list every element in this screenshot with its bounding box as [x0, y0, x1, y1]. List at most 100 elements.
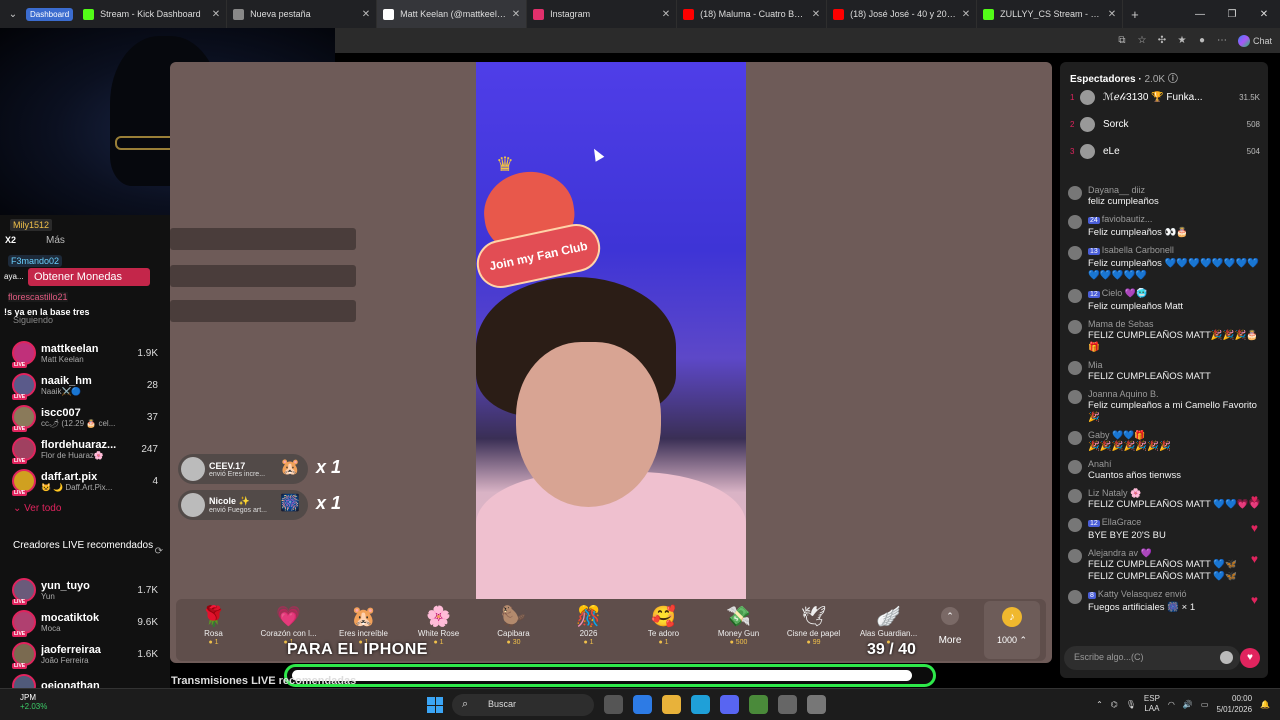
- gift-item[interactable]: 🦫 Capibara ● 30: [476, 605, 551, 646]
- like-heart-button[interactable]: ♥: [1240, 648, 1260, 668]
- avatar[interactable]: [1068, 246, 1082, 260]
- chat-user[interactable]: 24 faviobautiz...: [1088, 213, 1264, 227]
- gift-item[interactable]: 🥰 Te adoro ● 1: [626, 605, 701, 646]
- chat-input[interactable]: Escribe algo...(C): [1064, 646, 1240, 670]
- coins-button[interactable]: ♪ 1000 ⌃: [984, 601, 1040, 659]
- avatar[interactable]: [1068, 390, 1082, 404]
- live-video[interactable]: ♛ Join my Fan Club: [476, 62, 746, 600]
- mic-icon[interactable]: 🎙: [1126, 700, 1136, 709]
- close-tab-icon[interactable]: ✕: [512, 9, 520, 20]
- close-tab-icon[interactable]: ✕: [212, 9, 220, 20]
- chat-user[interactable]: 12 EllaGrace: [1088, 516, 1264, 530]
- new-tab-icon[interactable]: +: [1131, 7, 1139, 22]
- top-viewer-row[interactable]: 2 Sorck 508: [1070, 115, 1260, 133]
- channel-row[interactable]: LIVE mattkeelan Matt Keelan 1.9K: [0, 337, 170, 369]
- channel-row[interactable]: LIVE daff.art.pix 😺 🌙 Daff.Art.Pix... 4: [0, 465, 170, 497]
- gift-item[interactable]: 💸 Money Gun ● 500: [701, 605, 776, 646]
- get-coins-button[interactable]: Obtener Monedas: [28, 268, 150, 286]
- favorites-icon[interactable]: ★: [1172, 35, 1192, 46]
- avatar[interactable]: [1068, 320, 1082, 334]
- obs-icon[interactable]: [778, 695, 797, 714]
- tab-search-icon[interactable]: ⌄: [0, 9, 26, 20]
- avatar[interactable]: [1068, 431, 1082, 445]
- chat-user[interactable]: Liz Nataly 🌸: [1088, 487, 1264, 499]
- channel-row[interactable]: LIVE iscc007 cc🌶 (12.29 🎂 cel... 37: [0, 401, 170, 433]
- browser-tab[interactable]: Stream - Kick Dashboard ✕: [77, 0, 228, 28]
- copilot-chat-button[interactable]: Chat: [1237, 34, 1272, 47]
- browser-tab[interactable]: (18) José José - 40 y 20 (Video ✕: [827, 0, 978, 28]
- channel-row[interactable]: LIVE jaoferreiraa João Ferreira 1.6K: [0, 638, 170, 670]
- see-all-link[interactable]: ⌄ Ver todo: [13, 503, 61, 514]
- chat-user[interactable]: Joanna Aquino B.: [1088, 388, 1264, 400]
- channel-row[interactable]: LIVE mocatiktok Moca 9.6K: [0, 606, 170, 638]
- chat-user[interactable]: Gaby 💙💙🎁: [1088, 429, 1264, 441]
- avatar[interactable]: [1068, 186, 1082, 200]
- emoji-icon[interactable]: [1220, 651, 1233, 664]
- clock[interactable]: 00:00 5/01/2026: [1216, 693, 1252, 715]
- bookmark-star-icon[interactable]: ☆: [1132, 35, 1152, 46]
- task-view-icon[interactable]: [604, 695, 623, 714]
- close-tab-icon[interactable]: ✕: [1108, 9, 1116, 20]
- tray-chevron-icon[interactable]: ⌃: [1096, 700, 1103, 709]
- copilot-app-icon[interactable]: [633, 695, 652, 714]
- app-icon[interactable]: [749, 695, 768, 714]
- language-indicator[interactable]: ESP LAA: [1144, 694, 1160, 714]
- chat-user[interactable]: Mia: [1088, 359, 1264, 371]
- avatar[interactable]: [1068, 590, 1082, 604]
- chat-user[interactable]: 8 Katty Velasquez envió: [1088, 588, 1264, 602]
- avatar[interactable]: [1068, 460, 1082, 474]
- channel-row[interactable]: LIVE flordehuaraz... Flor de Huaraz🌸 247: [0, 433, 170, 465]
- avatar[interactable]: [1068, 549, 1082, 563]
- tab-group-chip[interactable]: Dashboard: [26, 7, 74, 21]
- wifi-icon[interactable]: ◠: [1168, 700, 1175, 709]
- browser-tab[interactable]: Matt Keelan (@mattkeelan) ✕: [377, 0, 528, 28]
- battery-icon[interactable]: ▭: [1201, 700, 1209, 709]
- close-tab-icon[interactable]: ✕: [962, 9, 970, 20]
- channel-row[interactable]: LIVE yun_tuyo Yun 1.7K: [0, 574, 170, 606]
- profile-icon[interactable]: ●: [1192, 35, 1212, 46]
- open-app-icon[interactable]: ⧉: [1112, 35, 1132, 46]
- refresh-icon[interactable]: ⟳: [155, 545, 163, 559]
- volume-icon[interactable]: 🔊: [1183, 700, 1193, 709]
- browser-tab[interactable]: ZULLYY_CS Stream - Watch Live ✕: [977, 0, 1124, 28]
- close-tab-icon[interactable]: ✕: [812, 9, 820, 20]
- chat-user[interactable]: Alejandra av 💜: [1088, 547, 1264, 559]
- chat-user[interactable]: Mama de Sebas: [1088, 318, 1264, 330]
- file-explorer-icon[interactable]: [662, 695, 681, 714]
- gift-item[interactable]: 🪽 Alas Guardian... ●: [851, 605, 926, 646]
- taskbar-search[interactable]: ⌕ Buscar: [452, 694, 594, 716]
- gift-item[interactable]: 🌸 White Rose ● 1: [401, 605, 476, 646]
- top-viewer-row[interactable]: 3 eLe 504: [1070, 142, 1260, 160]
- avatar[interactable]: [1068, 289, 1082, 303]
- close-tab-icon[interactable]: ✕: [662, 9, 670, 20]
- more-button[interactable]: Más: [46, 235, 65, 246]
- info-icon[interactable]: ⓘ: [1168, 74, 1178, 85]
- network-icon[interactable]: ⌬: [1111, 700, 1118, 709]
- browser-tab[interactable]: Instagram ✕: [527, 0, 678, 28]
- avatar[interactable]: [1068, 518, 1082, 532]
- stock-widget[interactable]: JPM +2.03%: [20, 693, 47, 711]
- chat-user[interactable]: Anahí: [1088, 458, 1264, 470]
- more-menu-icon[interactable]: ⋯: [1212, 35, 1232, 46]
- more-gifts-button[interactable]: ⌃ More: [926, 607, 974, 646]
- extensions-icon[interactable]: ✣: [1152, 35, 1172, 46]
- top-viewer-row[interactable]: 1 ℳℯ𝓁𝒾3130 🏆 Funka... 31.5K: [1070, 88, 1260, 106]
- chat-user[interactable]: 12 Cielo 💜🥶: [1088, 287, 1264, 301]
- discord-icon[interactable]: [720, 695, 739, 714]
- notification-icon[interactable]: 🔔: [1260, 700, 1270, 709]
- gift-item[interactable]: 🎊 2026 ● 1: [551, 605, 626, 646]
- gift-item[interactable]: 💗 Corazón con l... ● 1: [251, 605, 326, 646]
- windows-start-icon[interactable]: [427, 697, 443, 713]
- browser-tab[interactable]: Nueva pestaña ✕: [227, 0, 378, 28]
- minimize-icon[interactable]: —: [1184, 9, 1216, 20]
- close-tab-icon[interactable]: ✕: [362, 9, 370, 20]
- avatar[interactable]: [1068, 215, 1082, 229]
- restore-icon[interactable]: ❐: [1216, 9, 1248, 20]
- gift-item[interactable]: 🕊 Cisne de papel ● 99: [776, 605, 851, 646]
- browser-tab[interactable]: (18) Maluma - Cuatro Babys (Ly ✕: [677, 0, 828, 28]
- close-window-icon[interactable]: ✕: [1248, 9, 1280, 20]
- settings-icon[interactable]: [807, 695, 826, 714]
- gift-item[interactable]: 🐹 Eres increíble ● 1: [326, 605, 401, 646]
- avatar[interactable]: [1068, 361, 1082, 375]
- gift-item[interactable]: 🌹 Rosa ● 1: [176, 605, 251, 646]
